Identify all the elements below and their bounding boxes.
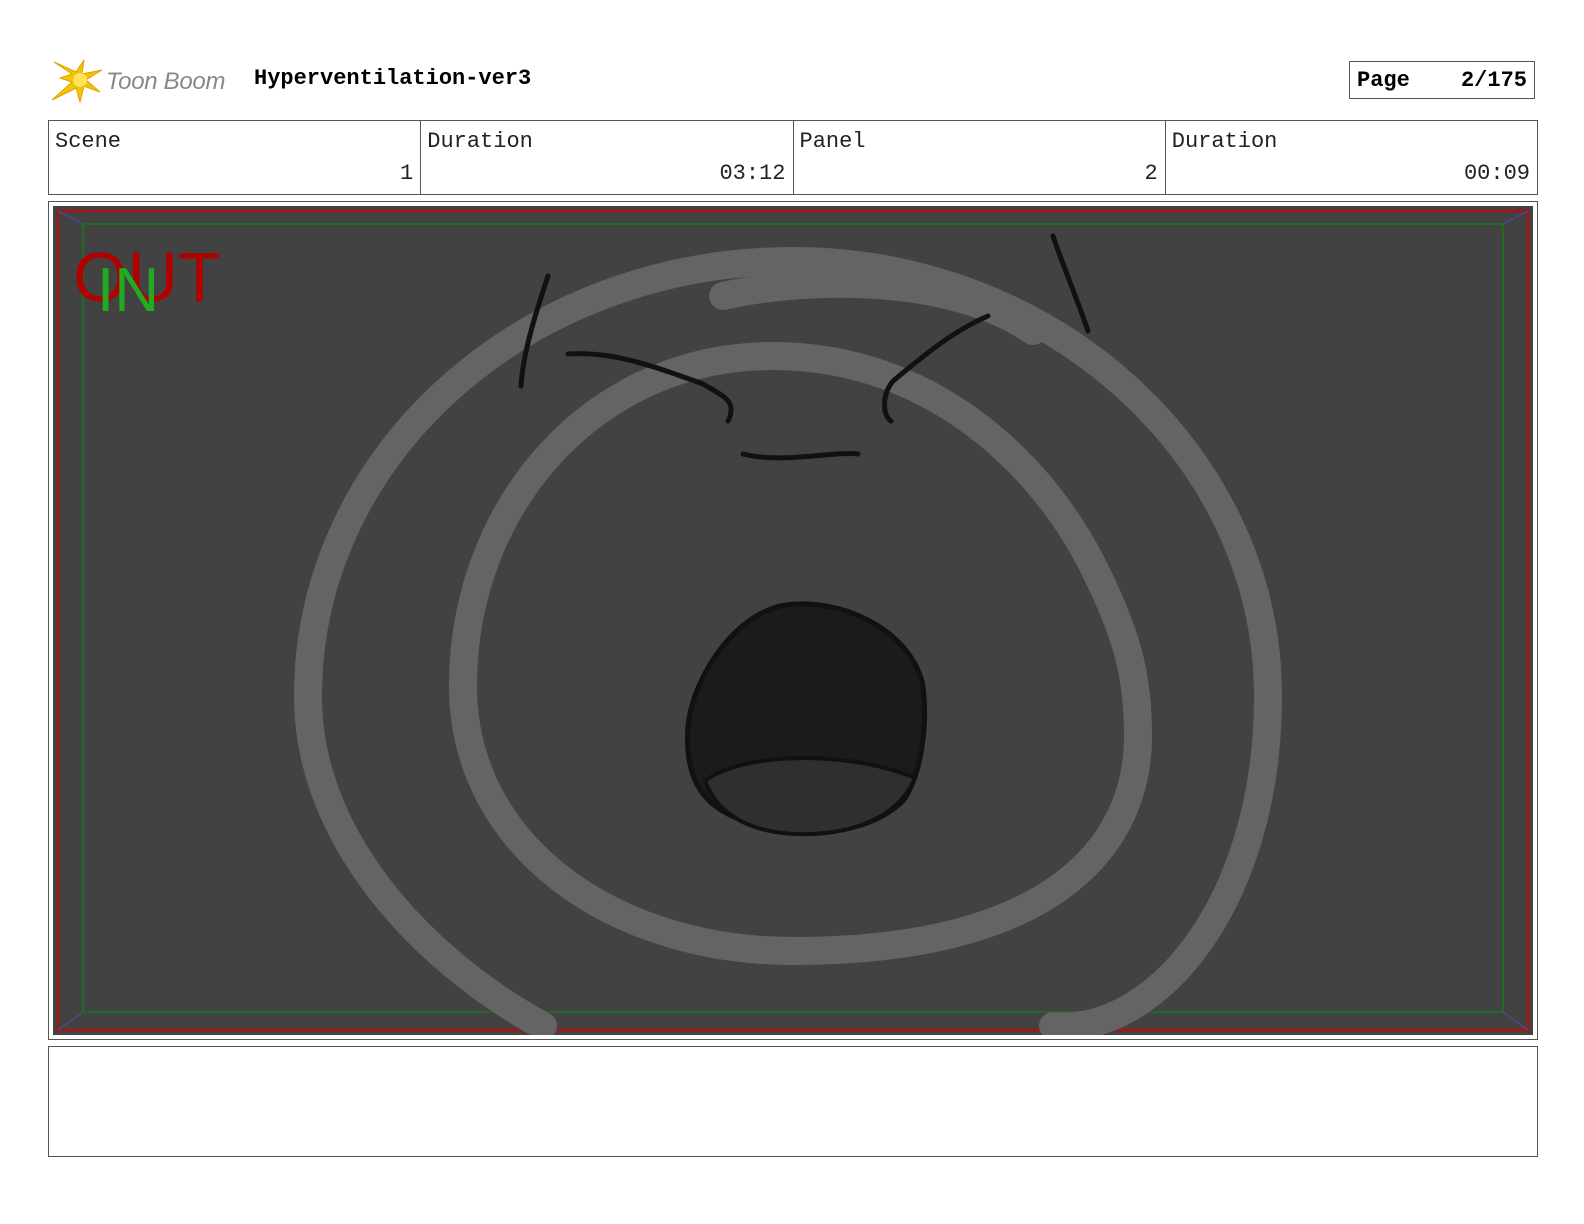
logo-text: Toon Boom bbox=[106, 68, 226, 95]
panel-duration-cell: Duration 00:09 bbox=[1166, 121, 1537, 194]
page-label: Page bbox=[1357, 68, 1410, 93]
toon-boom-starburst-icon bbox=[51, 59, 103, 104]
storyboard-frame: OUT IN bbox=[48, 201, 1538, 1040]
toon-boom-logo: Toon Boom bbox=[50, 56, 235, 106]
scene-duration-value: 03:12 bbox=[719, 161, 786, 186]
in-frame-label: IN bbox=[97, 256, 159, 325]
panel-cell: Panel 2 bbox=[794, 121, 1166, 194]
page-indicator: Page 2/175 bbox=[1349, 61, 1535, 99]
page-header: Toon Boom Hyperventilation-ver3 Page 2/1… bbox=[48, 54, 1538, 106]
panel-drawing: OUT IN bbox=[53, 206, 1533, 1035]
panel-info-table: Scene 1 Duration 03:12 Panel 2 Duration … bbox=[48, 120, 1538, 195]
panel-notes-box bbox=[48, 1046, 1538, 1157]
scene-duration-cell: Duration 03:12 bbox=[421, 121, 794, 194]
scene-cell: Scene 1 bbox=[49, 121, 422, 194]
panel-label: Panel bbox=[799, 129, 866, 154]
panel-duration-value: 00:09 bbox=[1463, 161, 1530, 186]
panel-value: 2 bbox=[1144, 161, 1158, 186]
scene-value: 1 bbox=[400, 161, 414, 186]
panel-duration-label: Duration bbox=[1171, 129, 1278, 154]
scene-label: Scene bbox=[55, 129, 122, 154]
scene-duration-label: Duration bbox=[427, 129, 533, 154]
page-number: 2/175 bbox=[1460, 68, 1527, 93]
project-title: Hyperventilation-ver3 bbox=[254, 66, 532, 91]
